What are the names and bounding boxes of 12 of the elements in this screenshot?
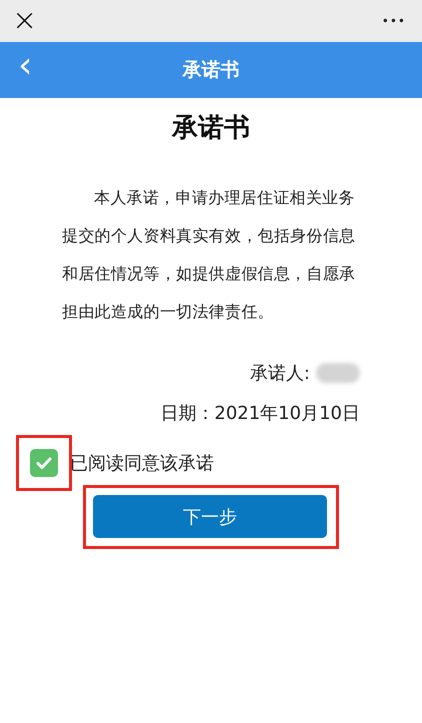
close-button[interactable]: × xyxy=(12,6,38,36)
signer-label: 承诺人: xyxy=(250,362,310,385)
agreement-label[interactable]: 已阅读同意该承诺 xyxy=(70,451,214,475)
checkbox[interactable] xyxy=(30,449,58,477)
blurred-name xyxy=(316,363,360,383)
document-title: 承诺书 xyxy=(170,112,251,145)
pledge-text: 本人承诺，申请办理居住证相关业务提交的个人资料真实有效，包括身份信息和居住情况等，如提供虚假信息，自愿承担由此造成的一切法律责任。 xyxy=(62,187,356,323)
date-text: 日期：2021年10月10日 xyxy=(159,402,360,425)
page-title: 承诺书 xyxy=(182,58,240,83)
next-button[interactable]: 下一步 xyxy=(93,495,327,538)
highlight-frame xyxy=(16,435,72,491)
more-button[interactable]: ••• xyxy=(382,14,406,28)
